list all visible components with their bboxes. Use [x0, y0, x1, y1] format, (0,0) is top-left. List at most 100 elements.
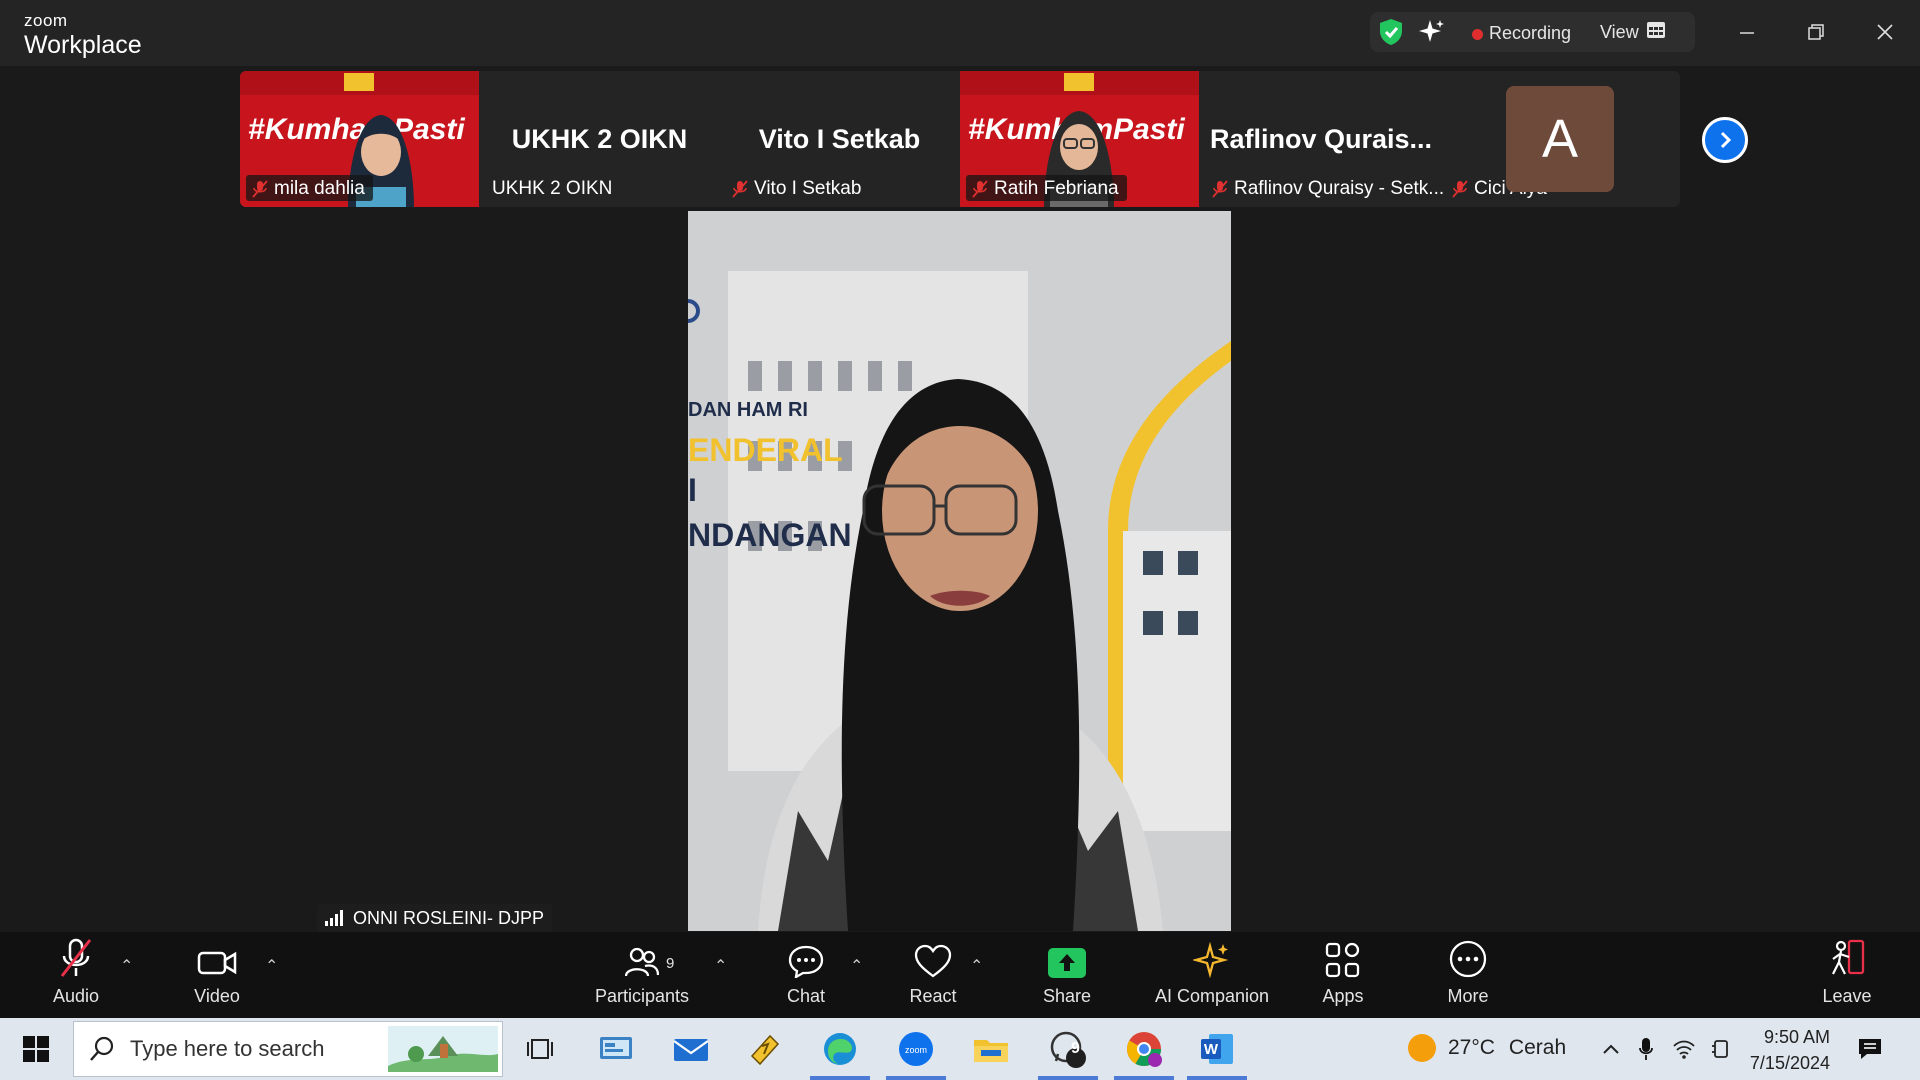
leave-button[interactable]: Leave	[1807, 932, 1887, 1018]
start-button[interactable]	[14, 1018, 58, 1080]
taskbar-edge[interactable]	[815, 1018, 865, 1080]
device-tray[interactable]	[1706, 1018, 1736, 1080]
apps-button[interactable]: Apps	[1303, 932, 1383, 1018]
device-display-icon	[1712, 1040, 1728, 1058]
edge-active-indicator	[810, 1076, 870, 1080]
participant-name-tag: Ratih Febriana	[966, 175, 1127, 201]
minimize-button[interactable]	[1727, 14, 1767, 50]
participant-name: mila dahlia	[274, 178, 365, 199]
sun-weather-icon	[1408, 1034, 1436, 1062]
heart-react-icon	[914, 944, 952, 978]
participant-name: Ratih Febriana	[994, 178, 1119, 199]
chevron-right-icon	[1720, 131, 1732, 149]
minimize-icon	[1740, 32, 1754, 34]
taskbar-search-box[interactable]: Type here to search	[73, 1021, 503, 1077]
participant-tile[interactable]: #KumhamPasti mila dahlia	[240, 71, 479, 207]
participant-name-tag: mila dahlia	[246, 175, 373, 201]
participant-tile[interactable]: UKHK 2 OIKN UKHK 2 OIKN	[480, 71, 719, 207]
participants-count: 9	[666, 955, 675, 972]
react-button[interactable]: React	[893, 932, 973, 1018]
taskbar-clock[interactable]: 9:50 AM 7/15/2024	[1742, 1024, 1830, 1076]
chrome-active-indicator	[1114, 1076, 1174, 1080]
encryption-shield-icon[interactable]	[1378, 18, 1404, 46]
taskbar-whatsapp[interactable]: 9	[1041, 1018, 1095, 1080]
network-tray[interactable]	[1668, 1018, 1700, 1080]
audio-options-caret-icon[interactable]: ⌃	[120, 956, 133, 976]
participant-name: Vito I Setkab	[754, 178, 862, 199]
app-logo: zoom Workplace	[24, 12, 142, 58]
brand-top: zoom	[24, 11, 68, 30]
react-options-caret-icon[interactable]: ⌃	[970, 956, 983, 976]
share-button[interactable]: Share	[1027, 932, 1107, 1018]
share-label: Share	[1042, 986, 1092, 1006]
notifications-button[interactable]	[1848, 1018, 1892, 1080]
chat-options-caret-icon[interactable]: ⌃	[850, 956, 863, 976]
task-view-icon	[527, 1039, 553, 1059]
mail-icon	[673, 1039, 709, 1061]
audio-button[interactable]: Audio	[36, 932, 116, 1018]
taskbar-zoom[interactable]: zoom	[891, 1018, 941, 1080]
active-speaker-video[interactable]: DAN HAM RI ENDERAL I NDANGAN	[688, 211, 1231, 931]
participants-label: Participants	[594, 986, 690, 1006]
leave-label: Leave	[1822, 986, 1872, 1006]
signal-strength-icon	[325, 910, 343, 926]
ai-companion-icon	[1193, 942, 1229, 978]
taskbar-mail[interactable]	[666, 1018, 716, 1080]
taskbar-file-explorer[interactable]	[966, 1018, 1016, 1080]
view-button[interactable]: View	[1600, 18, 1665, 46]
more-ellipsis-icon	[1449, 940, 1487, 978]
backdrop-text-2: ENDERAL	[688, 432, 843, 468]
participants-options-caret-icon[interactable]: ⌃	[714, 956, 727, 976]
video-options-caret-icon[interactable]: ⌃	[265, 956, 278, 976]
recording-dot-icon	[1472, 29, 1483, 40]
muted-mic-icon	[972, 180, 988, 198]
view-label: View	[1600, 21, 1639, 42]
recording-label[interactable]: Recording	[1489, 23, 1571, 44]
microphone-icon	[1639, 1038, 1653, 1060]
whatsapp-badge-count: 9	[1071, 1040, 1080, 1057]
leave-door-icon	[1832, 939, 1865, 975]
muted-mic-icon	[252, 180, 268, 198]
apps-label: Apps	[1322, 986, 1364, 1006]
participant-tile[interactable]: Raflinov Qurais... Raflinov Quraisy - Se…	[1200, 71, 1444, 207]
show-hidden-icons-button[interactable]	[1596, 1018, 1626, 1080]
restore-button[interactable]	[1796, 14, 1836, 50]
participants-button[interactable]: Participants	[590, 932, 694, 1018]
participant-tile[interactable]: Vito I Setkab Vito I Setkab	[720, 71, 959, 207]
close-button[interactable]	[1865, 14, 1905, 50]
chat-bubble-icon	[788, 945, 824, 978]
word-app-icon: W	[1201, 1034, 1233, 1064]
ai-companion-button[interactable]: AI Companion	[1148, 932, 1276, 1018]
video-button[interactable]: Video	[177, 932, 257, 1018]
task-view-button[interactable]	[517, 1018, 563, 1080]
participant-tile[interactable]: #KumhamPasti Ratih Febriana	[960, 71, 1199, 207]
video-label: Video	[194, 986, 240, 1006]
weather-description: Cerah	[1508, 1036, 1567, 1059]
title-bar: zoom Workplace Recording View	[0, 0, 1920, 66]
avatar: A	[1506, 86, 1614, 192]
chat-button[interactable]: Chat	[766, 932, 846, 1018]
next-page-button[interactable]	[1702, 117, 1748, 163]
lightning-tool-icon	[750, 1034, 780, 1066]
participant-name-tag: UKHK 2 OIKN	[486, 175, 620, 201]
taskbar-word[interactable]: W	[1190, 1018, 1244, 1080]
clock-time: 9:50 AM	[1763, 1027, 1830, 1047]
more-button[interactable]: More	[1428, 932, 1508, 1018]
svg-text:zoom: zoom	[905, 1045, 927, 1055]
windows-logo-icon	[23, 1036, 49, 1062]
microphone-tray[interactable]	[1632, 1018, 1660, 1080]
backdrop-text-1: DAN HAM RI	[688, 399, 808, 421]
taskbar-app-tool[interactable]	[740, 1018, 790, 1080]
brand-bottom: Workplace	[24, 31, 142, 59]
search-placeholder: Type here to search	[130, 1036, 325, 1061]
muted-mic-icon	[1452, 180, 1468, 198]
weather-widget[interactable]: 27°C Cerah	[1406, 1032, 1566, 1064]
wifi-icon	[1673, 1040, 1695, 1059]
participant-strip: #KumhamPasti mila dahlia UKHK 2 OIKN UKH…	[240, 71, 1680, 207]
taskbar-control-panel[interactable]	[591, 1018, 641, 1080]
taskbar-chrome[interactable]	[1117, 1018, 1171, 1080]
ai-companion-sparkle-icon[interactable]	[1418, 18, 1446, 46]
more-label: More	[1447, 986, 1489, 1006]
ministry-banner-icon	[960, 71, 1199, 95]
chevron-up-icon	[1603, 1044, 1619, 1054]
